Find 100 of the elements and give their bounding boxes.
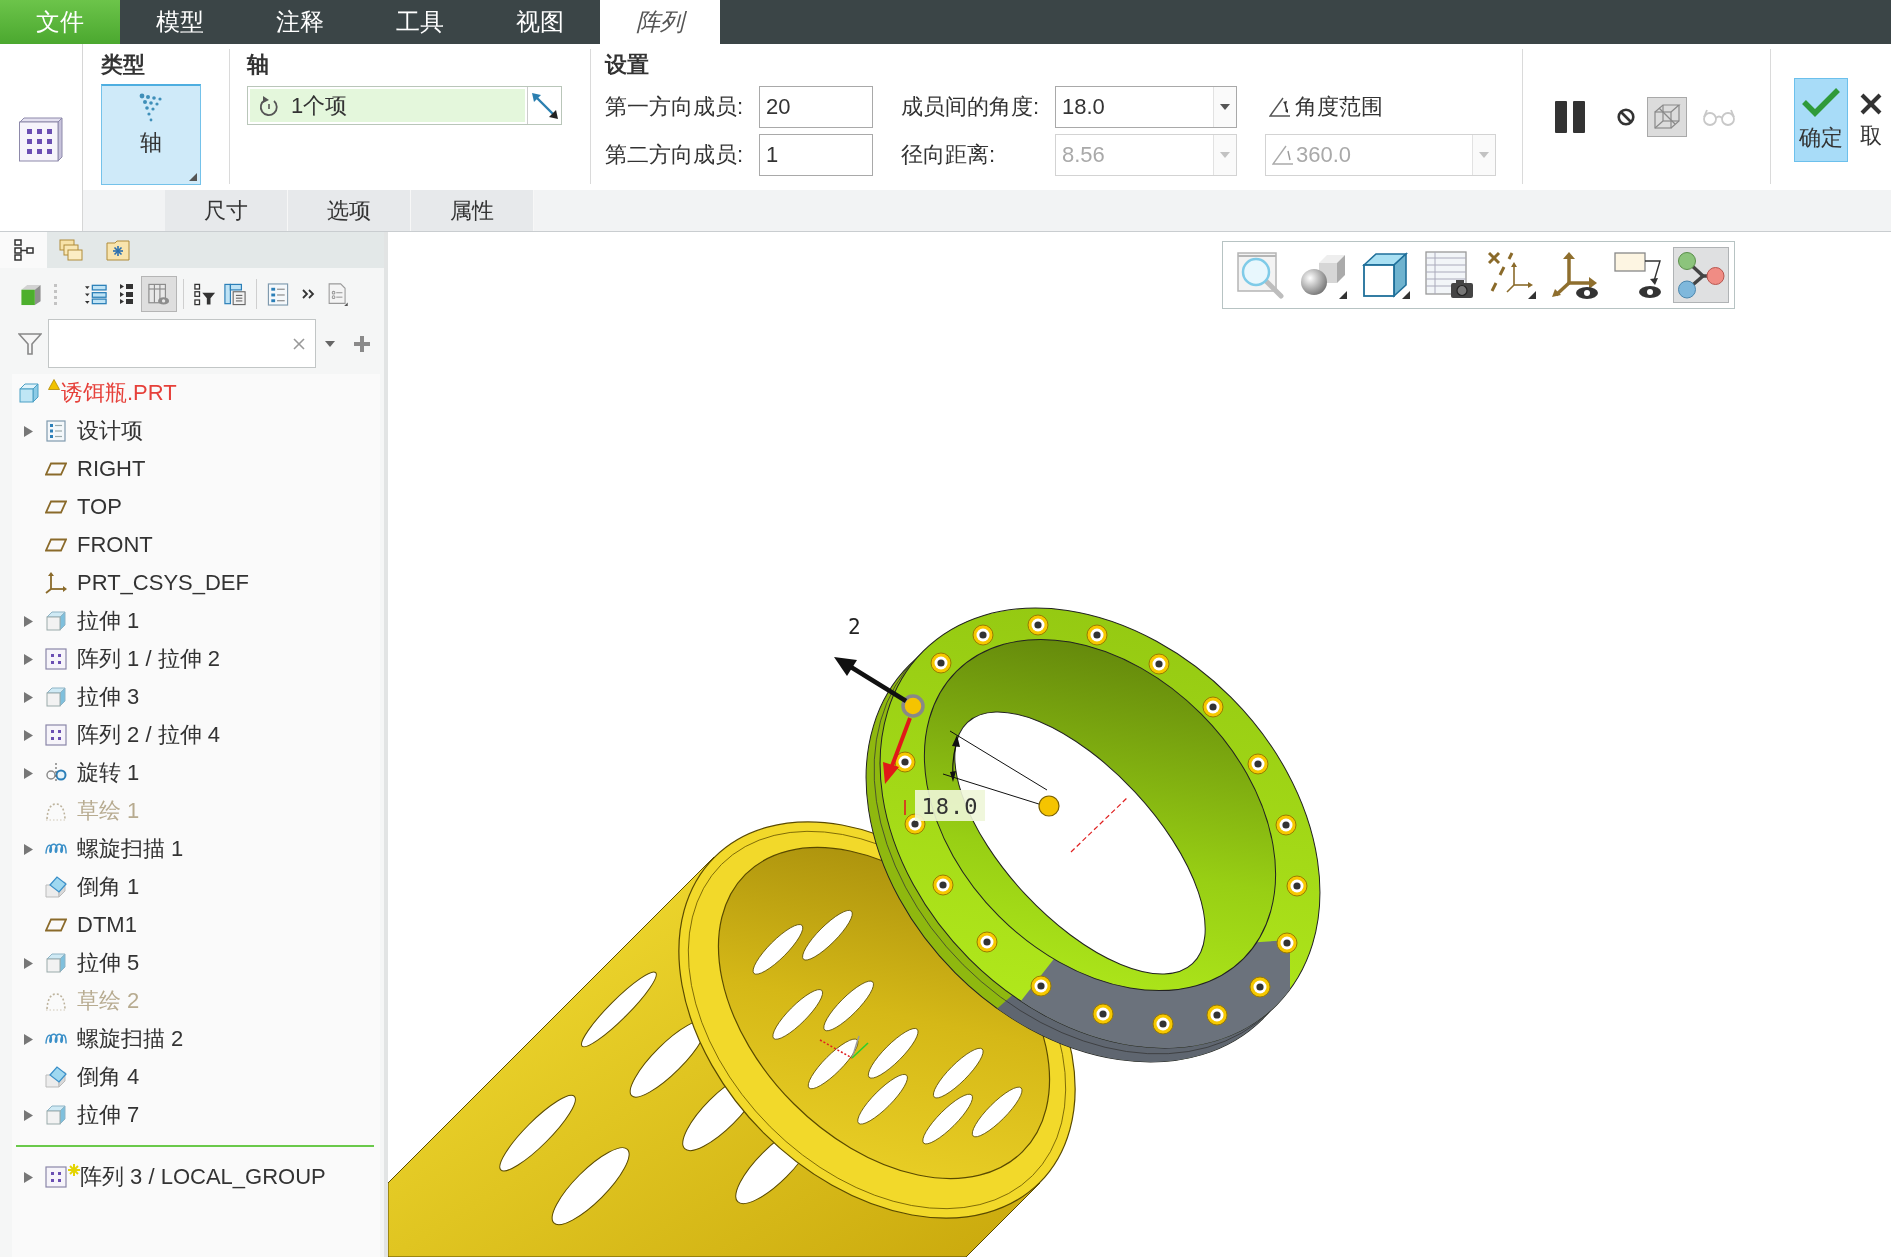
flip-direction-button[interactable] bbox=[527, 87, 561, 124]
expand-arrow-icon[interactable] bbox=[24, 425, 33, 437]
table-camera-icon bbox=[1425, 251, 1473, 299]
expand-arrow-icon[interactable] bbox=[24, 691, 33, 703]
input-field[interactable]: 1 bbox=[759, 134, 873, 176]
tree-item[interactable]: TOP bbox=[77, 494, 122, 520]
tree-item[interactable]: DTM1 bbox=[77, 912, 137, 938]
angle-dimension-label[interactable]: 18.0 bbox=[915, 790, 985, 821]
view-toolbar-button[interactable] bbox=[1673, 247, 1729, 303]
rotation-arrow[interactable] bbox=[883, 717, 912, 784]
clear-icon[interactable] bbox=[293, 337, 305, 350]
field-value: 8.56 bbox=[1062, 142, 1106, 168]
pattern-marker[interactable] bbox=[976, 931, 998, 953]
dropdown-arrow-icon[interactable] bbox=[325, 340, 335, 347]
plus-icon[interactable] bbox=[354, 335, 370, 352]
ok-button[interactable]: 确定 bbox=[1794, 78, 1848, 162]
pattern-marker[interactable] bbox=[1206, 1004, 1228, 1026]
pattern-marker[interactable] bbox=[1027, 614, 1049, 636]
list-icon bbox=[45, 420, 67, 442]
filter-field[interactable] bbox=[48, 319, 316, 368]
menu-tab[interactable]: 工具 bbox=[360, 0, 480, 44]
expand-arrow-icon[interactable] bbox=[24, 957, 33, 969]
columns-document-icon bbox=[224, 282, 246, 306]
tree-item[interactable]: RIGHT bbox=[77, 456, 146, 482]
center-marker[interactable] bbox=[1038, 795, 1060, 817]
pattern-marker[interactable] bbox=[1276, 932, 1298, 954]
pattern-marker[interactable] bbox=[972, 624, 994, 646]
list-document-icon bbox=[267, 282, 289, 306]
tree-item[interactable]: 螺旋扫描 1 bbox=[77, 834, 184, 864]
tree-item[interactable]: 阵列 2 / 拉伸 4 bbox=[77, 720, 221, 750]
cancel-button[interactable]: 取 bbox=[1856, 81, 1886, 159]
expand-arrow-icon[interactable] bbox=[24, 1033, 33, 1045]
tree-item[interactable]: 螺旋扫描 2 bbox=[77, 1024, 184, 1054]
pattern-marker[interactable] bbox=[1286, 875, 1308, 897]
tree-item[interactable]: 旋转 1 bbox=[77, 758, 140, 788]
box-icon bbox=[45, 610, 67, 632]
tree-item[interactable]: 拉伸 5 bbox=[77, 948, 140, 978]
dropdown-field[interactable]: 18.0 bbox=[1055, 86, 1237, 128]
tree-item[interactable]: 阵列 1 / 拉伸 2 bbox=[77, 644, 221, 674]
pattern-marker[interactable] bbox=[1247, 753, 1269, 775]
pattern-marker[interactable] bbox=[1152, 1013, 1174, 1035]
pattern-marker[interactable] bbox=[1086, 624, 1108, 646]
direction-arrow[interactable] bbox=[834, 657, 908, 703]
model-name[interactable]: 诱饵瓶.PRT bbox=[61, 378, 177, 408]
expand-arrow-icon[interactable] bbox=[24, 729, 33, 741]
tree-item[interactable]: 拉伸 1 bbox=[77, 606, 140, 636]
glasses-icon bbox=[1702, 108, 1736, 126]
dotted-arc-icon bbox=[45, 800, 67, 822]
box-icon bbox=[45, 686, 67, 708]
pattern-marker[interactable] bbox=[894, 751, 916, 773]
pattern-marker[interactable] bbox=[1148, 653, 1170, 675]
expand-arrow-icon[interactable] bbox=[24, 615, 33, 627]
menu-tab[interactable]: 注释 bbox=[240, 0, 360, 44]
menu-tab[interactable]: 阵列 bbox=[600, 0, 720, 44]
pattern-marker[interactable] bbox=[1092, 1003, 1114, 1025]
tree-structure-icon bbox=[13, 239, 34, 261]
tree-item[interactable]: 阵列 3 / LOCAL_GROUP bbox=[80, 1162, 326, 1192]
pattern-grid-icon bbox=[45, 724, 67, 746]
pattern-marker[interactable] bbox=[1249, 976, 1271, 998]
pattern-marker[interactable] bbox=[930, 652, 952, 674]
navigator-tab[interactable] bbox=[0, 232, 47, 268]
leader-marker[interactable] bbox=[901, 694, 925, 718]
coordinate-triad-icon bbox=[819, 1035, 869, 1059]
pattern-marker[interactable] bbox=[1030, 975, 1052, 997]
no-symbol-icon bbox=[1617, 108, 1635, 126]
dropdown-arrow-icon bbox=[1220, 152, 1230, 158]
tree-item[interactable]: 设计项 bbox=[77, 416, 143, 446]
expand-arrow-icon[interactable] bbox=[24, 843, 33, 855]
insert-marker-line[interactable] bbox=[16, 1145, 374, 1147]
input-field[interactable]: 20 bbox=[759, 86, 873, 128]
pattern-marker[interactable] bbox=[1275, 814, 1297, 836]
tree-item[interactable]: 拉伸 7 bbox=[77, 1100, 140, 1130]
subtab[interactable]: 选项 bbox=[288, 190, 411, 231]
document-icon bbox=[327, 282, 349, 306]
tree-item[interactable]: 倒角 4 bbox=[77, 1062, 140, 1092]
tree-item[interactable]: 倒角 1 bbox=[77, 872, 140, 902]
tree-item[interactable]: 拉伸 3 bbox=[77, 682, 140, 712]
revolve-icon bbox=[45, 762, 67, 784]
stop-button[interactable] bbox=[1617, 108, 1635, 126]
subtab[interactable]: 属性 bbox=[411, 190, 534, 231]
type-button[interactable]: 轴 bbox=[101, 84, 201, 185]
dotted-arc-icon bbox=[45, 990, 67, 1012]
menu-tab[interactable]: 视图 bbox=[480, 0, 600, 44]
tree-item[interactable]: PRT_CSYS_DEF bbox=[77, 570, 249, 596]
filter-icon bbox=[18, 332, 42, 355]
stacked-folders-icon bbox=[58, 239, 83, 261]
pattern-marker[interactable] bbox=[1202, 696, 1224, 718]
rotate-arrow-icon bbox=[259, 94, 279, 117]
menu-tab[interactable]: 模型 bbox=[120, 0, 240, 44]
expand-arrow-icon[interactable] bbox=[24, 653, 33, 665]
reference-collector[interactable]: 1个项 bbox=[247, 86, 562, 125]
tree-item[interactable]: FRONT bbox=[77, 532, 153, 558]
pattern-marker[interactable] bbox=[932, 874, 954, 896]
pause-button[interactable] bbox=[1555, 101, 1585, 133]
direction-label: 2 bbox=[848, 615, 861, 639]
expand-arrow-icon[interactable] bbox=[24, 1171, 33, 1183]
subtab[interactable]: 尺寸 bbox=[165, 190, 288, 231]
expand-arrow-icon[interactable] bbox=[24, 1109, 33, 1121]
star-folder-icon bbox=[105, 239, 130, 261]
expand-arrow-icon[interactable] bbox=[24, 767, 33, 779]
